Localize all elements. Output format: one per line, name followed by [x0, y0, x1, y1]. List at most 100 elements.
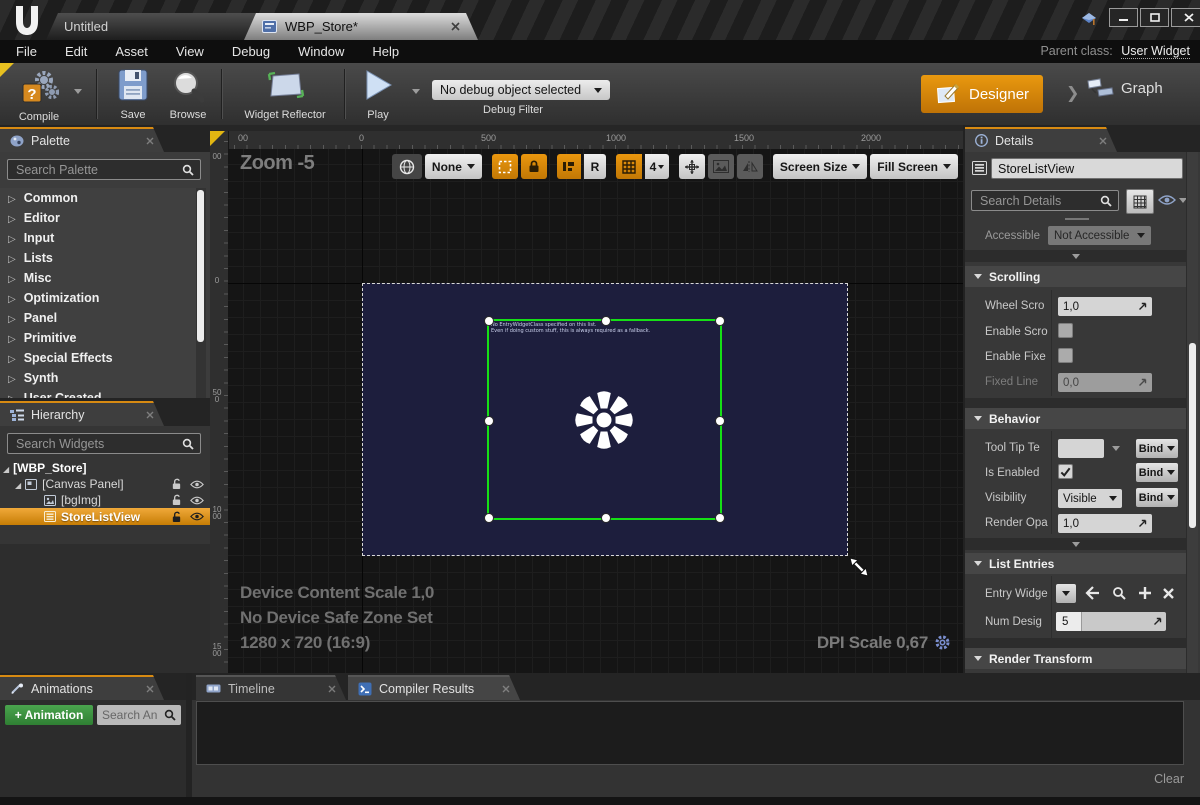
palette-scrollbar-thumb[interactable] [197, 190, 204, 342]
clear-entry-icon[interactable] [1162, 587, 1175, 600]
fixed-line-field[interactable]: 0,0 [1058, 373, 1152, 392]
entry-widget-class-dropdown[interactable] [1056, 584, 1076, 603]
chevron-down-icon[interactable] [1112, 446, 1120, 451]
palette-category-primitive[interactable]: Primitive [0, 328, 196, 348]
search-input[interactable] [978, 193, 1096, 209]
visibility-bind-button[interactable]: Bind [1136, 488, 1178, 507]
minimize-button[interactable] [1109, 8, 1138, 27]
preview-language-dropdown[interactable]: None [425, 154, 482, 179]
section-splitter[interactable] [965, 398, 1186, 408]
tab-hierarchy[interactable]: Hierarchy [0, 401, 164, 426]
asset-tab-wbp-store[interactable]: WBP_Store* [244, 13, 478, 40]
section-list-entries[interactable]: List Entries [965, 553, 1195, 574]
animations-search[interactable]: Search An [97, 705, 181, 725]
selection-handle[interactable] [715, 513, 725, 523]
screenshot-button[interactable] [708, 154, 734, 179]
section-render-transform[interactable]: Render Transform [965, 648, 1195, 669]
section-scrolling[interactable]: Scrolling [965, 266, 1195, 287]
render-opacity-field[interactable]: 1,0 [1058, 514, 1152, 533]
section-splitter[interactable] [965, 250, 1186, 262]
selection-handle[interactable] [484, 513, 494, 523]
tab-details[interactable]: Details [965, 127, 1117, 152]
palette-category-common[interactable]: Common [0, 188, 196, 208]
is-enabled-checkbox[interactable] [1058, 464, 1073, 479]
expanded-icon[interactable] [15, 477, 21, 491]
menu-file[interactable]: File [16, 44, 37, 59]
selection-handle[interactable] [484, 316, 494, 326]
selection-handle[interactable] [601, 316, 611, 326]
selection-handle[interactable] [715, 316, 725, 326]
expander-caret-icon[interactable] [1072, 254, 1080, 259]
section-splitter[interactable] [965, 638, 1186, 648]
designer-mode-button[interactable]: Designer [921, 75, 1043, 113]
play-options-caret[interactable] [412, 89, 420, 94]
localization-toggle-button[interactable] [557, 154, 581, 179]
palette-category-panel[interactable]: Panel [0, 308, 196, 328]
widget-name-field[interactable] [991, 158, 1183, 179]
is-enabled-bind-button[interactable]: Bind [1136, 463, 1178, 482]
snap-grid-button[interactable] [616, 154, 642, 179]
menu-asset[interactable]: Asset [115, 44, 148, 59]
palette-category-misc[interactable]: Misc [0, 268, 196, 288]
asset-tab-untitled[interactable]: Untitled [46, 13, 278, 40]
save-button[interactable]: Save [106, 68, 160, 121]
mirror-button[interactable] [737, 154, 763, 179]
menu-debug[interactable]: Debug [232, 44, 270, 59]
details-search[interactable] [971, 190, 1119, 211]
expander-caret-icon[interactable] [1072, 542, 1080, 547]
menu-window[interactable]: Window [298, 44, 344, 59]
eye-icon[interactable] [190, 496, 204, 505]
menu-edit[interactable]: Edit [65, 44, 87, 59]
grid-size-dropdown[interactable]: 4 [645, 154, 669, 179]
palette-search[interactable] [7, 159, 201, 180]
use-selected-asset-icon[interactable] [1085, 586, 1100, 600]
close-window-button[interactable] [1171, 8, 1200, 27]
menu-help[interactable]: Help [372, 44, 399, 59]
wheel-scroll-field[interactable]: 1,0 [1058, 297, 1152, 316]
palette-category-optimization[interactable]: Optimization [0, 288, 196, 308]
palette-category-editor[interactable]: Editor [0, 208, 196, 228]
compile-options-caret[interactable] [74, 89, 82, 94]
num-designer-entries-spinner[interactable]: 5 [1056, 612, 1166, 631]
selection-handle[interactable] [601, 513, 611, 523]
details-scrollbar-track[interactable] [1186, 152, 1198, 673]
compiler-log-area[interactable] [196, 701, 1184, 765]
tab-palette[interactable]: Palette [0, 127, 164, 152]
selection-handle[interactable] [484, 416, 494, 426]
advanced-splitter-dash[interactable] [1065, 218, 1089, 220]
browse-asset-icon[interactable] [1112, 586, 1126, 600]
browse-button[interactable]: Browse [160, 68, 216, 121]
lock-widgets-button[interactable] [521, 154, 547, 179]
tooltip-bind-button[interactable]: Bind [1136, 439, 1178, 458]
eye-icon[interactable] [190, 512, 204, 521]
localization-preview-button[interactable] [392, 154, 422, 179]
tab-animations[interactable]: Animations [0, 675, 164, 700]
selection-handle[interactable] [715, 416, 725, 426]
transform-mode-button[interactable] [679, 154, 705, 179]
tab-timeline[interactable]: Timeline [196, 675, 346, 700]
close-icon[interactable] [146, 685, 154, 693]
column-divider[interactable] [1051, 576, 1052, 638]
enable-fixed-checkbox[interactable] [1058, 348, 1073, 363]
hierarchy-row-storelistview-selected[interactable]: StoreListView [0, 508, 210, 525]
screen-size-dropdown[interactable]: Screen Size [773, 154, 867, 179]
lock-open-icon[interactable] [171, 511, 182, 523]
toggle-outlines-button[interactable] [492, 154, 518, 179]
clear-log-button[interactable]: Clear [1130, 772, 1184, 786]
hierarchy-search[interactable] [7, 433, 201, 454]
column-divider[interactable] [1051, 431, 1052, 534]
property-matrix-button[interactable] [1126, 189, 1154, 214]
tab-compiler-results[interactable]: Compiler Results [348, 675, 520, 700]
section-behavior[interactable]: Behavior [965, 408, 1195, 429]
expanded-icon[interactable] [3, 461, 9, 475]
close-icon[interactable] [502, 685, 510, 693]
close-icon[interactable] [451, 22, 460, 31]
palette-scrollbar-track[interactable] [196, 188, 206, 398]
palette-category-input[interactable]: Input [0, 228, 196, 248]
palette-category-special-effects[interactable]: Special Effects [0, 348, 196, 368]
hierarchy-row-bgimg[interactable]: [bgImg] [0, 492, 210, 508]
close-icon[interactable] [328, 685, 336, 693]
close-icon[interactable] [146, 411, 154, 419]
palette-category-synth[interactable]: Synth [0, 368, 196, 388]
palette-category-lists[interactable]: Lists [0, 248, 196, 268]
